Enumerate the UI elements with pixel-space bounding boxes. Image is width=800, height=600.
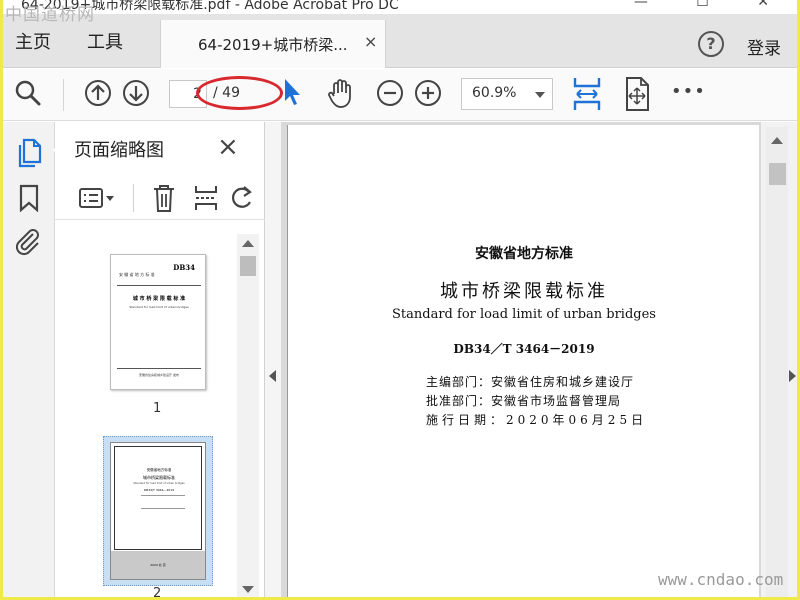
panel-splitter-left[interactable] [265,122,281,597]
thumb2-code: DB34/T 3464—2019 [143,488,175,492]
select-pointer-icon[interactable] [281,77,305,107]
thumbnails-panel-title: 页面缩略图 [74,140,164,161]
thumbnails-scrollbar[interactable] [237,234,259,597]
zoom-value: 60.9% [472,85,517,101]
thumbnail-page-number: 2 [153,586,162,597]
more-tools-icon[interactable]: ••• [671,81,706,102]
thumb2-meta-lines [141,495,185,509]
thumbnail-options-icon[interactable] [78,186,116,212]
thumb2-gray-band: 2020 北 京 [111,551,205,579]
help-icon[interactable]: ? [698,31,724,57]
thumb2-org: 安徽省地方标准 [146,468,172,472]
watermark-top-left: 中国道桥网 [5,5,95,25]
attachment-icon[interactable] [13,226,43,256]
chevron-down-icon [535,92,545,98]
scroll-down-icon[interactable] [242,586,254,593]
doc-title-chinese: 城市桥梁限载标准 [440,281,608,302]
zoom-select[interactable]: 60.9% [461,78,553,110]
document-scrollbar[interactable] [766,127,788,597]
watermark-bottom-right: www.cndao.com [658,570,784,589]
panel-close-icon[interactable]: × [217,132,239,162]
thumbnail-page-1[interactable]: DB34 安 徽 省 地 方 标 准 城 市 桥 梁 限 载 标 准 Stand… [110,254,206,390]
doc-effective-date: 施行日期：2020年06月25日 [426,413,648,427]
zoom-in-icon[interactable] [413,78,443,108]
thumb1-code: DB34 [173,263,195,272]
thumb1-title: 城 市 桥 梁 限 载 标 准 [132,296,186,302]
thumb1-rule [117,285,201,286]
red-annotation-oval [196,76,283,110]
doc-standard-code: DB34／T 3464－2019 [453,342,595,356]
thumb1-rule-bottom [117,368,201,369]
panel-splitter-right [761,122,797,597]
bookmark-icon[interactable] [17,184,41,212]
toolbar-separator [63,79,64,111]
page-thumbnails-icon[interactable] [15,136,43,168]
fit-width-icon[interactable] [571,76,603,112]
document-tab[interactable]: 64-2019+城市桥梁... × [160,20,386,68]
menu-bar: 主页 工具 64-2019+城市桥梁... × ? 登录 [3,14,797,68]
zoom-out-icon[interactable] [375,78,405,108]
thumbnail-page-2[interactable]: 安徽省地方标准 城市桥梁限载标准 Standard for load limit… [110,442,206,580]
thumb1-header: 安 徽 省 地 方 标 准 [119,272,155,277]
acrobat-window: 64-2019+城市桥梁限载标准.pdf - Adobe Acrobat Pro… [3,0,797,597]
extract-pages-icon[interactable] [193,183,219,213]
thumb1-subtitle: Standard for load limit of urban bridges [129,305,189,309]
document-page: 安徽省地方标准 城市桥梁限载标准 Standard for load limit… [287,125,759,597]
scroll-up-icon[interactable] [242,240,254,247]
doc-editor: 主编部门：安徽省住房和城乡建设厅 [426,375,635,389]
collapse-left-icon[interactable] [269,370,276,382]
thumb2-title: 城市桥梁限载标准 [143,475,175,480]
thumb2-subtitle: Standard for load limit of urban bridges [133,482,185,485]
document-view[interactable]: 安徽省地方标准 城市桥梁限载标准 Standard for load limit… [281,122,761,597]
full-screen-icon[interactable] [621,76,653,112]
thumbnails-panel: 页面缩略图 × DB34 安 徽 省 地 方 标 准 城 市 桥 梁 限 载 标… [55,122,265,597]
doc-organization: 安徽省地方标准 [475,246,573,262]
next-page-icon[interactable] [121,78,151,108]
title-bar: 64-2019+城市桥梁限载标准.pdf - Adobe Acrobat Pro… [3,0,797,14]
expand-right-icon[interactable] [789,370,796,382]
login-button[interactable]: 登录 [747,34,781,59]
delete-page-icon[interactable] [151,183,177,213]
navigation-rail [3,122,61,597]
document-tab-label: 64-2019+城市桥梁... [198,36,348,54]
thumbnail-page-number: 1 [153,401,162,416]
toolbar-separator [133,184,134,212]
tab-close-icon[interactable]: × [364,32,377,51]
search-icon[interactable] [13,78,43,108]
scroll-up-icon[interactable] [771,137,783,144]
toolbar: 2 / 49 60.9% ••• [3,69,797,121]
scrollbar-thumb[interactable] [240,256,256,276]
thumb2-footer: 2020 北 京 [150,563,166,567]
thumbnail-toolbar [55,174,265,220]
doc-approver: 批准部门：安徽省市场监督管理局 [426,394,622,408]
menu-tools[interactable]: 工具 [87,28,123,54]
menu-home[interactable]: 主页 [15,28,51,54]
previous-page-icon[interactable] [83,78,113,108]
window-controls[interactable]: — ☐ ✕ [634,0,791,10]
rotate-page-icon[interactable] [231,184,255,212]
hand-tool-icon[interactable] [325,78,357,110]
doc-title-english: Standard for load limit of urban bridges [392,307,656,322]
scrollbar-thumb[interactable] [769,163,786,185]
thumb1-footer: 安徽省住房和城乡建设厅 发布 [139,373,179,377]
